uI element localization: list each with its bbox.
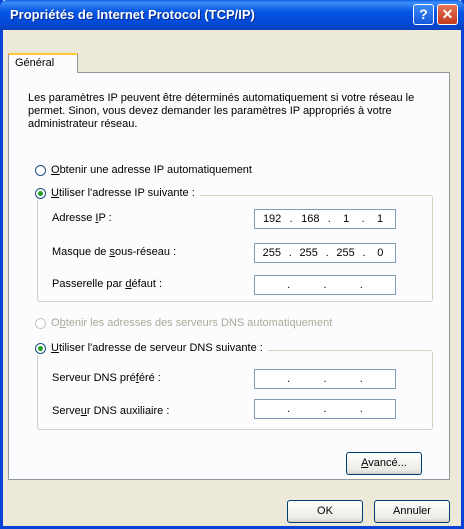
radio-ip-manual-label: Utiliser l'adresse IP suivante :	[51, 187, 195, 199]
preferred-dns-field[interactable]: . . .	[254, 369, 396, 389]
subnet-mask-field[interactable]: 255. 255. 255. 0	[254, 243, 396, 263]
gateway-field[interactable]: . . .	[254, 275, 396, 295]
preferred-dns-label: Serveur DNS préféré :	[52, 372, 161, 384]
ok-button[interactable]: OK	[287, 500, 363, 523]
subnet-mask-label: Masque de sous-réseau :	[52, 246, 177, 258]
octet-1: 255	[262, 247, 281, 259]
radio-ip-auto[interactable]: Obtenir une adresse IP automatiquement	[35, 163, 252, 177]
radio-ip-auto-circle[interactable]	[35, 164, 46, 176]
octet-2: 255	[299, 247, 318, 259]
tab-general[interactable]: Général	[8, 53, 78, 73]
ip-address-field[interactable]: 192. 168. 1. 1	[254, 209, 396, 229]
radio-dns-auto-label: Obtenir les adresses des serveurs DNS au…	[51, 317, 333, 329]
octet-4: 1	[376, 213, 384, 225]
cancel-button[interactable]: Annuler	[374, 500, 450, 523]
radio-dns-manual[interactable]: Utiliser l'adresse de serveur DNS suivan…	[35, 341, 268, 355]
tab-general-label: Général	[15, 57, 55, 69]
title-bar[interactable]: Propriétés de Internet Protocol (TCP/IP)…	[0, 0, 464, 30]
advanced-button[interactable]: Avancé...	[346, 452, 422, 475]
octet-2: 168	[301, 213, 320, 225]
radio-dns-manual-circle[interactable]	[35, 342, 46, 354]
radio-ip-auto-label: Obtenir une adresse IP automatiquement	[51, 164, 252, 176]
octet-4: 0	[377, 247, 384, 259]
radio-dns-auto-circle	[35, 317, 46, 329]
intro-text: Les paramètres IP peuvent être déterminé…	[28, 92, 415, 130]
radio-ip-manual[interactable]: Utiliser l'adresse IP suivante :	[35, 186, 200, 200]
alternate-dns-field[interactable]: . . .	[254, 399, 396, 419]
radio-dns-manual-label: Utiliser l'adresse de serveur DNS suivan…	[51, 342, 263, 354]
octet-1: 192	[262, 213, 282, 225]
window-title: Propriétés de Internet Protocol (TCP/IP)	[10, 7, 255, 22]
octet-3: 1	[343, 213, 350, 225]
alternate-dns-label: Serveur DNS auxiliaire :	[52, 405, 170, 417]
close-button[interactable]: ✕	[437, 4, 458, 25]
gateway-label: Passerelle par défaut :	[52, 278, 163, 290]
help-button[interactable]: ?	[413, 4, 434, 25]
radio-ip-manual-circle[interactable]	[35, 187, 46, 199]
ip-address-label: Adresse IP :	[52, 212, 112, 224]
radio-dns-auto: Obtenir les adresses des serveurs DNS au…	[35, 316, 332, 330]
octet-3: 255	[336, 247, 355, 259]
